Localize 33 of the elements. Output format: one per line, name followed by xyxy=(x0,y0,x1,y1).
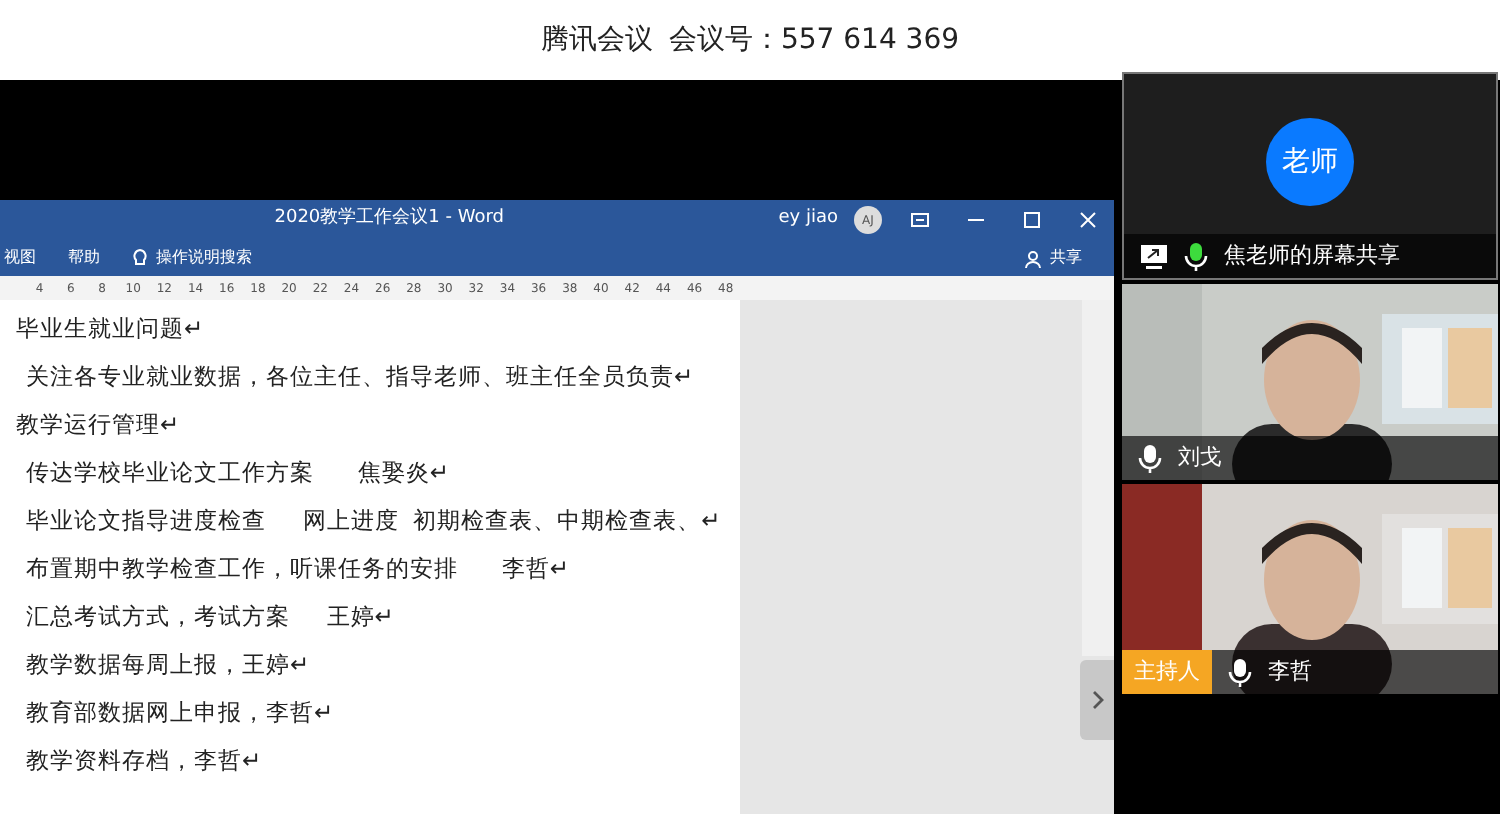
document-paragraph: 毕业生就业问题↵ xyxy=(16,312,206,346)
app-name: 腾讯会议 xyxy=(540,21,653,59)
share-button[interactable]: 共享 xyxy=(1050,246,1082,270)
document-paragraph: 布置期中教学检查工作，听课任务的安排 李哲↵ xyxy=(24,552,572,586)
host-badge: 主持人 xyxy=(1122,650,1212,694)
participant-name: 焦老师的屏幕共享 xyxy=(1224,239,1400,272)
document-paragraph: 毕业论文指导进度检查 网上进度 初期检查表、中期检查表、↵ xyxy=(24,504,723,538)
document-paragraph: 汇总考试方式，考试方案 王婷↵ xyxy=(24,600,396,634)
lightbulb-icon xyxy=(132,248,148,268)
search-hint[interactable]: 操作说明搜索 xyxy=(156,246,252,270)
ribbon-tab[interactable]: 帮助 xyxy=(68,246,100,270)
document-paragraph: 关注各专业就业数据，各位主任、指导老师、班主任全员负责↵ xyxy=(24,360,696,394)
ribbon-tab[interactable]: 视图 xyxy=(4,246,36,270)
close-icon[interactable] xyxy=(1077,210,1098,230)
chevron-right-icon xyxy=(1091,690,1103,710)
ribbon-display-icon[interactable] xyxy=(909,210,930,230)
microphone-icon[interactable] xyxy=(1228,657,1252,687)
participant-name: 刘戈 xyxy=(1178,441,1222,474)
maximize-icon[interactable] xyxy=(1021,210,1042,230)
microphone-icon[interactable] xyxy=(1184,241,1208,271)
document-paragraph: 教学资料存档，李哲↵ xyxy=(24,744,264,778)
meeting-id: 会议号：557 614 369 xyxy=(668,21,960,59)
user-name: ey jiao xyxy=(778,206,838,233)
avatar-circle: 老师 xyxy=(1266,118,1354,206)
document-paragraph: 传达学校毕业论文工作方案 焦娶炎↵ xyxy=(24,456,452,490)
document-paragraph: 教学数据每周上报，王婷↵ xyxy=(24,648,312,682)
participant-name: 李哲 xyxy=(1268,655,1312,688)
scrollbar[interactable] xyxy=(1082,300,1114,656)
window-title: 2020教学工作会议1 - Word xyxy=(274,206,504,233)
person-icon xyxy=(1024,249,1042,267)
document-paragraph: 教学运行管理↵ xyxy=(16,408,182,442)
microphone-icon[interactable] xyxy=(1138,443,1162,473)
document-paragraph: 教育部数据网上申报，李哲↵ xyxy=(24,696,336,730)
